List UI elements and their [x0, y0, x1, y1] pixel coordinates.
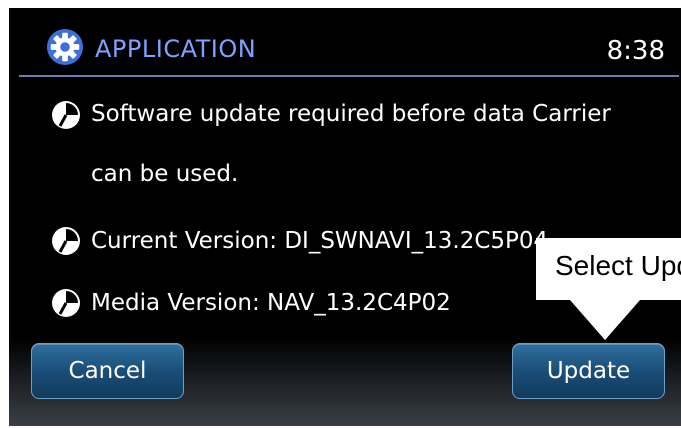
callout-text: Select Update	[555, 250, 681, 281]
message-line: Software update required before data Car…	[91, 101, 611, 127]
current-version-line: Current Version: DI_SWNAVI_13.2C5P04	[91, 228, 549, 254]
button-bar: Cancel Update	[9, 338, 681, 426]
callout-pointer	[570, 300, 640, 340]
clock-icon	[52, 101, 80, 129]
display-screen: APPLICATION 8:38 Software update require…	[9, 8, 681, 426]
update-button[interactable]: Update	[512, 343, 665, 399]
clock-icon	[52, 227, 80, 255]
media-version-line: Media Version: NAV_13.2C4P02	[91, 290, 451, 316]
callout-box: Select Update	[536, 238, 681, 300]
app-title: APPLICATION	[95, 35, 257, 63]
clock-icon	[52, 289, 80, 317]
message-line: can be used.	[91, 161, 239, 187]
header-divider	[19, 75, 679, 77]
clock-time: 8:38	[606, 36, 665, 66]
header-bar: APPLICATION 8:38	[9, 8, 681, 77]
cancel-button[interactable]: Cancel	[31, 343, 184, 399]
gear-icon	[46, 28, 84, 66]
